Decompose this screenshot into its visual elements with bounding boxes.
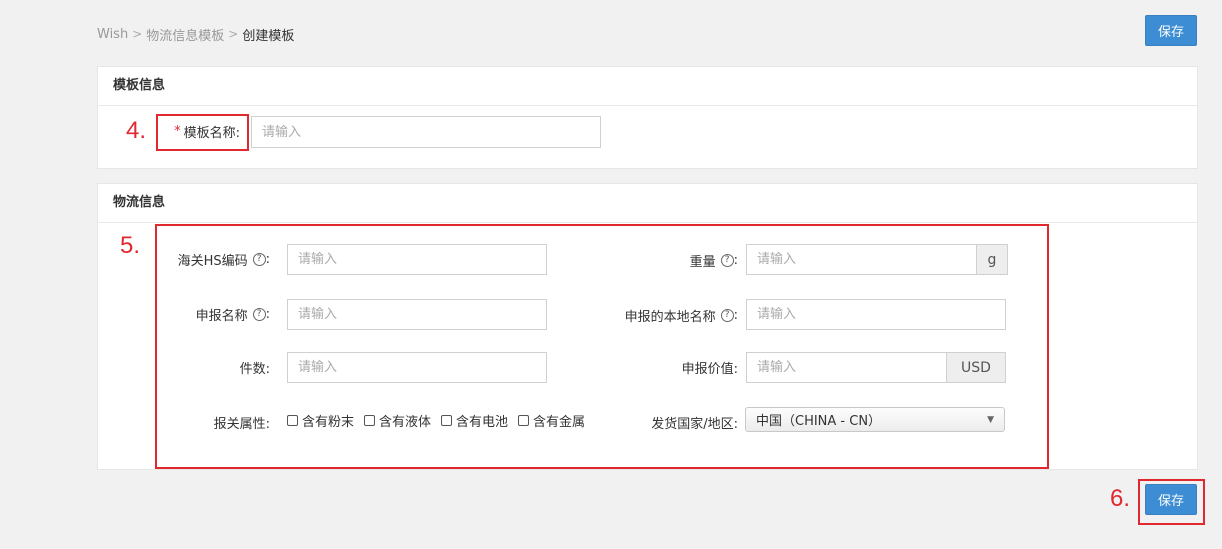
declare-value-label-text: 申报价值: (681, 361, 738, 377)
weight-label-text: 重量 (689, 254, 716, 270)
hs-code-input[interactable] (287, 244, 547, 275)
breadcrumb-separator-icon: > (228, 27, 239, 41)
annotation-5: 5. (120, 232, 141, 259)
template-name-label-text: 模板名称: (183, 125, 240, 141)
declare-name-label-text: 申报名称 (195, 308, 248, 324)
local-name-label: 申报的本地名称 ? : (560, 305, 738, 325)
declare-value-label: 申报价值: (600, 357, 738, 377)
checkbox-label: 含有金属 (533, 414, 586, 430)
weight-label: 重量 ? : (620, 250, 738, 270)
breadcrumb-current: 创建模板 (242, 28, 295, 44)
checkbox-icon[interactable] (518, 414, 530, 426)
template-name-input[interactable] (251, 116, 601, 148)
help-icon[interactable]: ? (252, 307, 266, 321)
weight-input[interactable] (746, 244, 977, 275)
count-input[interactable] (287, 352, 547, 383)
template-name-label: * 模板名称: (160, 121, 240, 141)
customs-attr-label-text: 报关属性: (213, 416, 270, 432)
count-label-text: 件数: (239, 361, 270, 377)
hs-code-label: 海关HS编码 ? : (160, 249, 270, 269)
template-info-title: 模板信息 (98, 67, 1197, 106)
checkbox-icon[interactable] (441, 414, 453, 426)
hs-code-label-text: 海关HS编码 (177, 253, 248, 269)
colon: : (733, 252, 738, 268)
colon: : (733, 307, 738, 323)
checkbox-battery[interactable]: 含有电池 (441, 411, 508, 430)
local-name-input[interactable] (746, 299, 1006, 330)
checkbox-metal[interactable]: 含有金属 (518, 411, 585, 430)
checkbox-powder[interactable]: 含有粉末 (287, 411, 354, 430)
country-label: 发货国家/地区: (590, 412, 738, 432)
breadcrumb-wish[interactable]: Wish (97, 27, 128, 42)
customs-attr-checkboxes: 含有粉末 含有液体 含有电池 含有金属 (287, 410, 595, 430)
country-select-value: 中国（CHINA - CN） (756, 414, 882, 429)
logistics-info-title: 物流信息 (98, 184, 1197, 223)
bottom-save-button[interactable]: 保存 (1145, 484, 1197, 515)
checkbox-label: 含有液体 (379, 414, 432, 430)
checkbox-label: 含有粉末 (302, 414, 355, 430)
country-label-text: 发货国家/地区: (651, 416, 738, 432)
local-name-label-text: 申报的本地名称 (624, 309, 716, 325)
help-icon[interactable]: ? (720, 253, 734, 267)
help-icon[interactable]: ? (252, 252, 266, 266)
weight-unit-addon: g (976, 244, 1008, 275)
customs-attr-label: 报关属性: (160, 412, 270, 432)
required-mark: * (174, 123, 181, 139)
checkbox-icon[interactable] (364, 414, 376, 426)
checkbox-liquid[interactable]: 含有液体 (364, 411, 431, 430)
count-label: 件数: (160, 357, 270, 377)
colon: : (265, 251, 270, 267)
breadcrumb-logistics-template[interactable]: 物流信息模板 (146, 25, 224, 44)
declare-name-label: 申报名称 ? : (160, 304, 270, 324)
annotation-6: 6. (1110, 485, 1131, 512)
country-select[interactable]: 中国（CHINA - CN） ▼ (745, 407, 1005, 432)
top-save-button[interactable]: 保存 (1145, 15, 1197, 46)
colon: : (265, 306, 270, 322)
checkbox-icon[interactable] (287, 414, 298, 426)
breadcrumb-separator-icon: > (132, 27, 143, 41)
help-icon[interactable]: ? (720, 308, 734, 322)
declare-name-input[interactable] (287, 299, 547, 330)
dropdown-arrow-icon: ▼ (987, 414, 994, 425)
declare-value-input[interactable] (746, 352, 947, 383)
breadcrumb: Wish > 物流信息模板 > 创建模板 (97, 25, 295, 44)
annotation-4: 4. (126, 117, 147, 144)
checkbox-label: 含有电池 (456, 414, 509, 430)
currency-addon: USD (946, 352, 1006, 383)
